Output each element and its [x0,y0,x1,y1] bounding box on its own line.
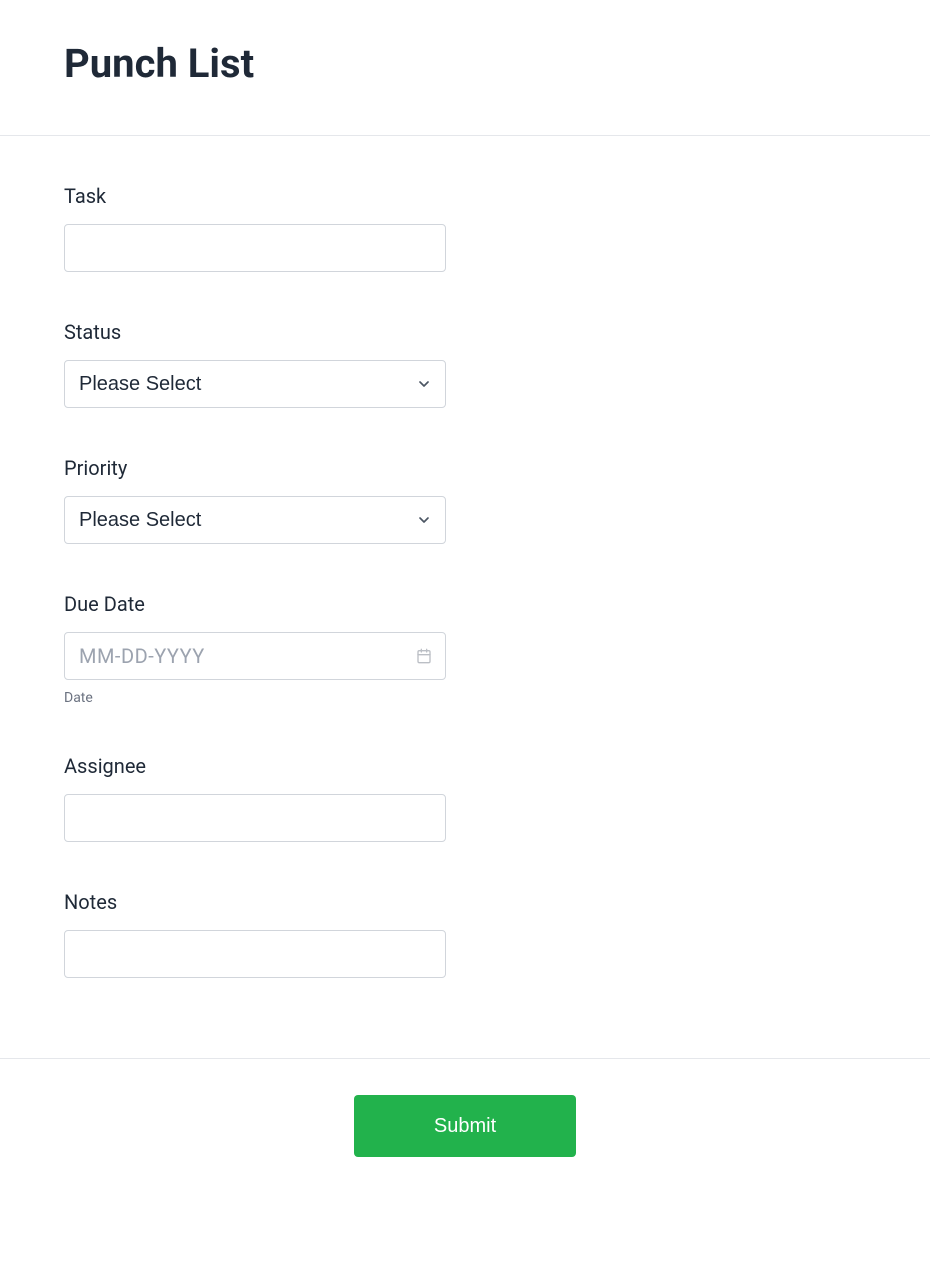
form-footer: Submit [0,1058,930,1217]
status-select[interactable]: Please Select [64,360,446,408]
field-due-date: Due Date Date [64,592,866,706]
form-header: Punch List [0,0,930,136]
due-date-label: Due Date [64,592,866,616]
due-date-sublabel: Date [64,690,866,706]
priority-label: Priority [64,456,866,480]
field-assignee: Assignee [64,754,866,842]
field-notes: Notes [64,890,866,978]
notes-label: Notes [64,890,866,914]
field-task: Task [64,184,866,272]
assignee-label: Assignee [64,754,866,778]
assignee-input[interactable] [64,794,446,842]
notes-input[interactable] [64,930,446,978]
task-label: Task [64,184,866,208]
field-priority: Priority Please Select [64,456,866,544]
form-body: Task Status Please Select Priority Pleas… [0,136,930,1058]
task-input[interactable] [64,224,446,272]
due-date-input[interactable] [64,632,446,680]
priority-select[interactable]: Please Select [64,496,446,544]
status-label: Status [64,320,866,344]
page-title: Punch List [64,40,866,87]
field-status: Status Please Select [64,320,866,408]
submit-button[interactable]: Submit [354,1095,576,1157]
